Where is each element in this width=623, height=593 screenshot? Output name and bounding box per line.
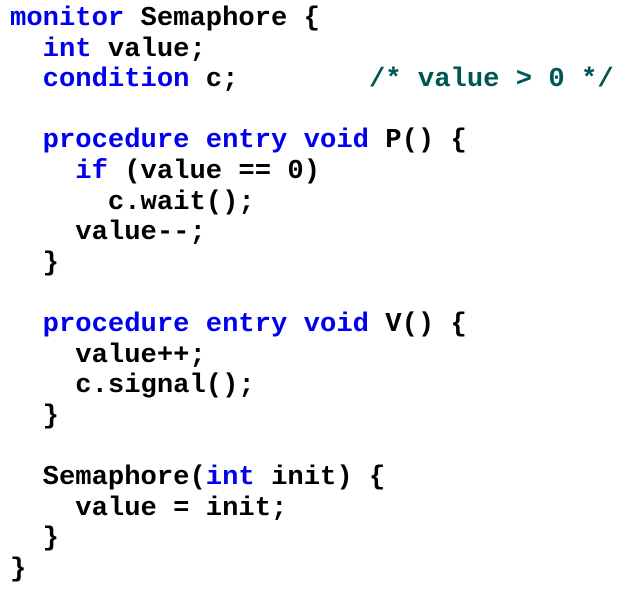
code-text: } <box>10 400 59 432</box>
code-line: } <box>10 400 614 433</box>
code-line: monitor Semaphore { <box>10 3 614 35</box>
code-text: P() { <box>368 125 467 157</box>
code-text: c; <box>189 64 369 96</box>
code-text: value++; <box>10 339 206 371</box>
code-text: init) { <box>254 461 386 493</box>
keyword-token: if <box>75 155 108 187</box>
code-text: Semaphore( <box>10 461 206 493</box>
keyword-token: procedure entry void <box>42 125 369 157</box>
code-text: c.wait(); <box>10 186 255 218</box>
code-text: } <box>10 523 59 555</box>
code-line: c.signal(); <box>10 370 614 402</box>
keyword-token: int <box>42 33 92 65</box>
code-text: } <box>10 247 59 279</box>
code-line: procedure entry void V() { <box>10 308 614 341</box>
keyword-token: procedure entry void <box>42 308 369 340</box>
code-listing: monitor Semaphore { int value; condition… <box>10 3 614 586</box>
code-line: } <box>10 553 614 586</box>
code-text: value; <box>91 33 206 65</box>
code-line: condition c; /* value > 0 */ <box>10 64 614 96</box>
code-line: c.wait(); <box>10 186 614 219</box>
code-text: value = init; <box>10 492 288 524</box>
code-line: procedure entry void P() { <box>10 126 614 157</box>
code-line: value++; <box>10 339 614 372</box>
code-text: value--; <box>10 217 206 249</box>
keyword-token: condition <box>42 64 190 96</box>
code-text: (value == 0) <box>107 155 321 187</box>
keyword-token: monitor <box>10 3 125 34</box>
code-text: } <box>10 553 27 585</box>
comment-token: /* value > 0 */ <box>368 64 614 96</box>
code-line: value--; <box>10 217 614 249</box>
code-line: value = init; <box>10 492 614 525</box>
keyword-token: int <box>205 461 255 493</box>
code-line: if (value == 0) <box>10 155 614 188</box>
code-text: V() { <box>368 308 467 340</box>
code-text: Semaphore { <box>124 3 321 34</box>
code-text: c.signal(); <box>10 370 255 402</box>
code-line: int value; <box>10 33 614 66</box>
code-line: } <box>10 523 614 555</box>
code-line: Semaphore(int init) { <box>10 461 614 494</box>
code-line: } <box>10 247 614 280</box>
